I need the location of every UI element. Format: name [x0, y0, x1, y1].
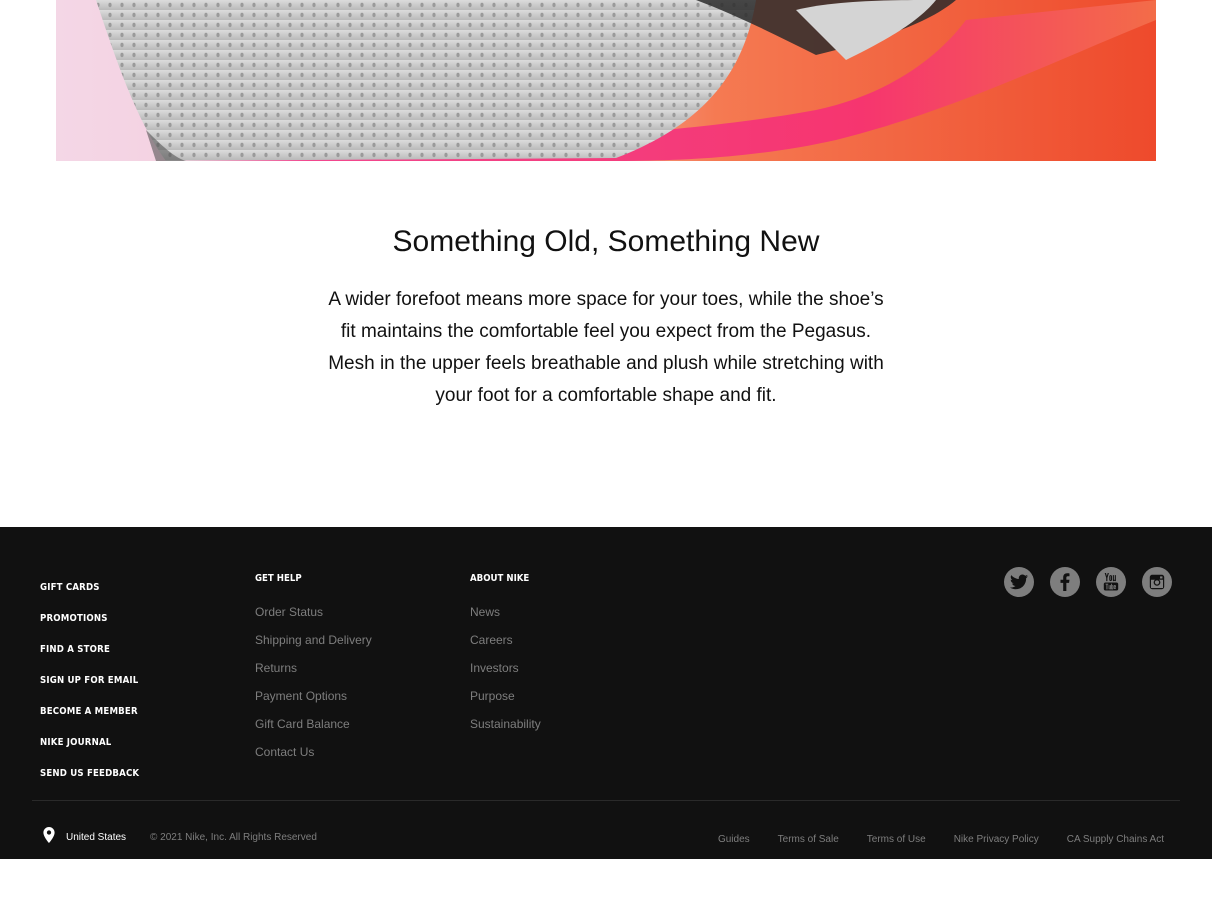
- footer-link-gift-card-balance[interactable]: Gift Card Balance: [255, 710, 372, 738]
- locale-selector[interactable]: United States: [42, 827, 126, 848]
- about-nike-heading[interactable]: About Nike: [470, 572, 531, 586]
- footer-link-gift-cards[interactable]: Gift Cards: [40, 572, 139, 603]
- footer-link-promotions[interactable]: Promotions: [40, 603, 139, 634]
- site-footer: Gift Cards Promotions Find a Store Sign …: [0, 527, 1212, 859]
- footer-link-sign-up-for-email[interactable]: Sign Up for Email: [40, 665, 139, 696]
- footer-link-careers[interactable]: Careers: [470, 626, 541, 654]
- footer-link-ca-supply-chains-act[interactable]: CA Supply Chains Act: [1067, 834, 1164, 845]
- footer-link-find-a-store[interactable]: Find a Store: [40, 634, 139, 665]
- facebook-icon[interactable]: [1050, 567, 1080, 597]
- footer-link-returns[interactable]: Returns: [255, 654, 372, 682]
- feature-description: A wider forefoot means more space for yo…: [328, 289, 884, 406]
- footer-link-privacy-policy[interactable]: Nike Privacy Policy: [954, 834, 1039, 845]
- copyright-text: © 2021 Nike, Inc. All Rights Reserved: [150, 832, 317, 843]
- footer-link-order-status[interactable]: Order Status: [255, 598, 372, 626]
- feature-section: Something Old, Something New A wider for…: [0, 220, 1212, 412]
- footer-bottom-bar: United States © 2021 Nike, Inc. All Righ…: [0, 827, 1212, 847]
- footer-link-purpose[interactable]: Purpose: [470, 682, 541, 710]
- footer-link-send-us-feedback[interactable]: Send Us Feedback: [40, 758, 139, 789]
- footer-link-shipping-and-delivery[interactable]: Shipping and Delivery: [255, 626, 372, 654]
- footer-link-contact-us[interactable]: Contact Us: [255, 738, 372, 766]
- twitter-icon[interactable]: [1004, 567, 1034, 597]
- location-pin-icon: [42, 827, 56, 848]
- footer-link-terms-of-use[interactable]: Terms of Use: [867, 834, 926, 845]
- locale-label: United States: [66, 832, 127, 843]
- legal-links: Guides Terms of Sale Terms of Use Nike P…: [718, 834, 1164, 845]
- footer-about-column: About Nike News Careers Investors Purpos…: [470, 572, 541, 738]
- instagram-icon[interactable]: [1142, 567, 1172, 597]
- footer-link-sustainability[interactable]: Sustainability: [470, 710, 541, 738]
- footer-link-terms-of-sale[interactable]: Terms of Sale: [778, 834, 839, 845]
- youtube-icon[interactable]: [1096, 567, 1126, 597]
- social-links: [1004, 567, 1172, 597]
- footer-link-nike-journal[interactable]: Nike Journal: [40, 727, 139, 758]
- get-help-heading[interactable]: Get Help: [255, 572, 355, 586]
- footer-link-investors[interactable]: Investors: [470, 654, 541, 682]
- footer-primary-links: Gift Cards Promotions Find a Store Sign …: [40, 572, 155, 789]
- footer-get-help-column: Get Help Order Status Shipping and Deliv…: [255, 572, 372, 766]
- footer-link-guides[interactable]: Guides: [718, 834, 750, 845]
- footer-divider: [32, 800, 1180, 801]
- footer-link-news[interactable]: News: [470, 598, 541, 626]
- shoe-illustration: [56, 0, 1156, 161]
- hero-shoe-image: [56, 0, 1156, 161]
- feature-title: Something Old, Something New: [392, 225, 820, 258]
- footer-link-payment-options[interactable]: Payment Options: [255, 682, 372, 710]
- footer-link-become-a-member[interactable]: Become a Member: [40, 696, 139, 727]
